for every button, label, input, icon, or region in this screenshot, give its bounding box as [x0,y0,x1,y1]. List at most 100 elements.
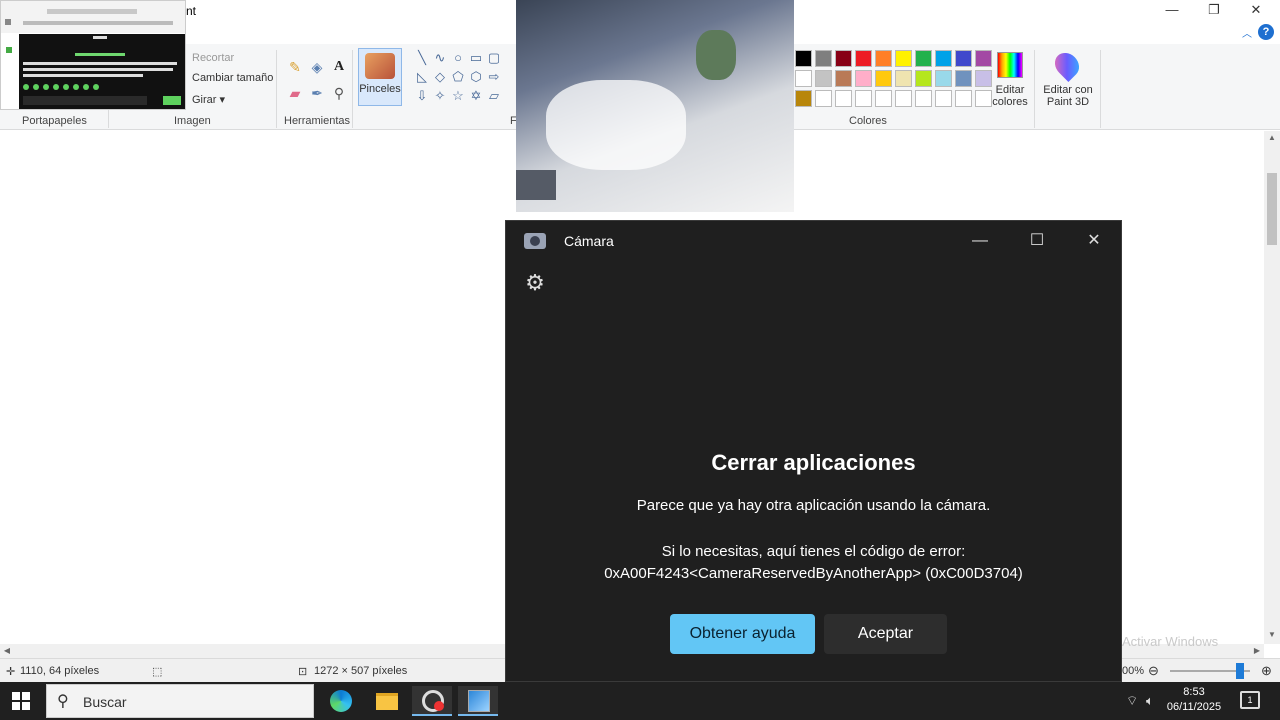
taskbar-search-box[interactable]: ⚲ Buscar [46,684,314,718]
color-swatch[interactable] [795,70,812,87]
hexagon-shape-icon[interactable]: ⬡ [468,69,484,85]
color-swatch[interactable] [955,70,972,87]
color-swatch[interactable] [835,50,852,67]
color-swatch[interactable] [815,90,832,107]
color-swatch[interactable] [795,50,812,67]
color-swatch[interactable] [875,70,892,87]
star4-shape-icon[interactable]: ✧ [432,88,448,104]
brushes-button[interactable]: Pinceles [358,48,402,106]
callout-shape-icon[interactable]: ▱ [486,88,502,104]
star5-shape-icon[interactable]: ☆ [450,88,466,104]
paint-minimize-button[interactable]: — [1152,0,1192,22]
clock-date: 06/11/2025 [1166,701,1222,713]
vertical-scrollbar[interactable]: ▲ ▼ [1264,131,1280,644]
camera-maximize-button[interactable]: ☐ [1017,227,1057,255]
rotate-command[interactable]: Girar ▾ [192,93,225,106]
rounded-rect-shape-icon[interactable]: ▢ [486,50,502,66]
thumbnail-toolbar [1,1,185,33]
group-separator [276,50,277,128]
line-shape-icon[interactable]: ╲ [414,50,430,66]
color-swatch[interactable] [935,70,952,87]
zoom-level: 00% [1122,665,1145,677]
color-swatch[interactable] [815,50,832,67]
magnifier-icon[interactable]: ⚲ [330,84,348,102]
star6-shape-icon[interactable]: ✡ [468,88,484,104]
group-separator [1100,50,1101,128]
color-swatch[interactable] [855,50,872,67]
color-swatch[interactable] [935,90,952,107]
triangle-shape-icon[interactable]: ◺ [414,69,430,85]
scroll-right-icon[interactable]: ▶ [1250,644,1264,658]
color-swatch[interactable] [935,50,952,67]
taskbar-paint[interactable] [458,686,498,716]
notification-count: 1 [1247,695,1253,705]
volume-icon[interactable]: 🔈︎ [1146,693,1154,709]
notification-center-icon[interactable]: 1 [1240,691,1260,709]
edit-paint3d-button[interactable]: Editar con Paint 3D [1040,48,1096,110]
color-swatch[interactable] [815,70,832,87]
camera-minimize-button[interactable]: — [960,227,1000,255]
color-swatch[interactable] [875,50,892,67]
arrow-right-shape-icon[interactable]: ⇨ [486,69,502,85]
eraser-icon[interactable]: ▰ [286,84,304,102]
zoom-in-icon[interactable]: ⊕ [1261,663,1272,679]
crop-command[interactable]: Recortar [192,52,234,64]
zoom-out-icon[interactable]: ⊖ [1148,663,1159,679]
pencil-icon[interactable]: ✎ [286,58,304,76]
color-swatch[interactable] [915,50,932,67]
get-help-button[interactable]: Obtener ayuda [670,614,815,654]
help-icon[interactable]: ? [1258,24,1274,40]
vertical-scroll-thumb[interactable] [1267,173,1277,245]
curve-shape-icon[interactable]: ∿ [432,50,448,66]
color-swatch[interactable] [915,90,932,107]
arrow-down-shape-icon[interactable]: ⇩ [414,88,430,104]
accept-button[interactable]: Aceptar [824,614,947,654]
fill-icon[interactable]: ◈ [308,58,326,76]
color-swatch[interactable] [915,70,932,87]
color-swatch[interactable] [835,90,852,107]
text-tool-icon[interactable]: A [330,58,348,76]
color-swatch[interactable] [955,90,972,107]
zoom-slider-thumb[interactable] [1236,663,1244,679]
settings-gear-icon[interactable]: ⚙ [523,271,547,295]
rotate-label: Girar [192,94,217,106]
windows-start-icon[interactable] [12,692,30,710]
color-swatch[interactable] [835,70,852,87]
taskbar-file-explorer[interactable] [366,686,406,716]
thumbnail-sidebar-icon [6,47,12,53]
scroll-up-icon[interactable]: ▲ [1264,131,1280,145]
taskbar-edge[interactable] [320,686,360,716]
activate-windows-watermark: Activar Windows [1122,634,1219,649]
brush-icon [365,53,395,79]
group-label-clipboard: Portapapeles [22,115,87,127]
group-separator [1034,50,1035,128]
pentagon-shape-icon[interactable]: ⬠ [450,69,466,85]
oval-shape-icon[interactable]: ○ [450,50,466,66]
color-swatch[interactable] [795,90,812,107]
rectangle-shape-icon[interactable]: ▭ [468,50,484,66]
paint-close-button[interactable]: ✕ [1236,0,1276,22]
taskbar-clock[interactable]: 8:53 06/11/2025 [1164,685,1224,715]
camera-close-button[interactable]: ✕ [1074,227,1114,255]
taskbar-camera-app[interactable] [412,686,452,716]
color-swatch[interactable] [955,50,972,67]
edit-colors-button[interactable]: Editar colores [990,50,1030,110]
resize-command[interactable]: Cambiar tamaño [192,72,273,84]
color-picker-icon[interactable]: ✒ [308,84,326,102]
scroll-down-icon[interactable]: ▼ [1264,628,1280,642]
camera-icon [524,233,546,249]
color-swatch[interactable] [895,50,912,67]
color-spectrum-icon [997,52,1023,78]
paint-restore-button[interactable]: ❐ [1194,0,1234,22]
clock-time: 8:53 [1183,686,1205,698]
network-icon[interactable]: ⌔ [1126,693,1138,709]
color-swatch[interactable] [855,70,872,87]
color-swatch[interactable] [895,70,912,87]
scroll-left-icon[interactable]: ◀ [0,644,14,658]
color-swatch[interactable] [875,90,892,107]
color-swatch[interactable] [855,90,872,107]
color-swatch[interactable] [895,90,912,107]
collapse-ribbon-icon[interactable]: ︿ [1242,25,1252,40]
diamond-shape-icon[interactable]: ◇ [432,69,448,85]
browser-thumbnail [0,0,186,110]
